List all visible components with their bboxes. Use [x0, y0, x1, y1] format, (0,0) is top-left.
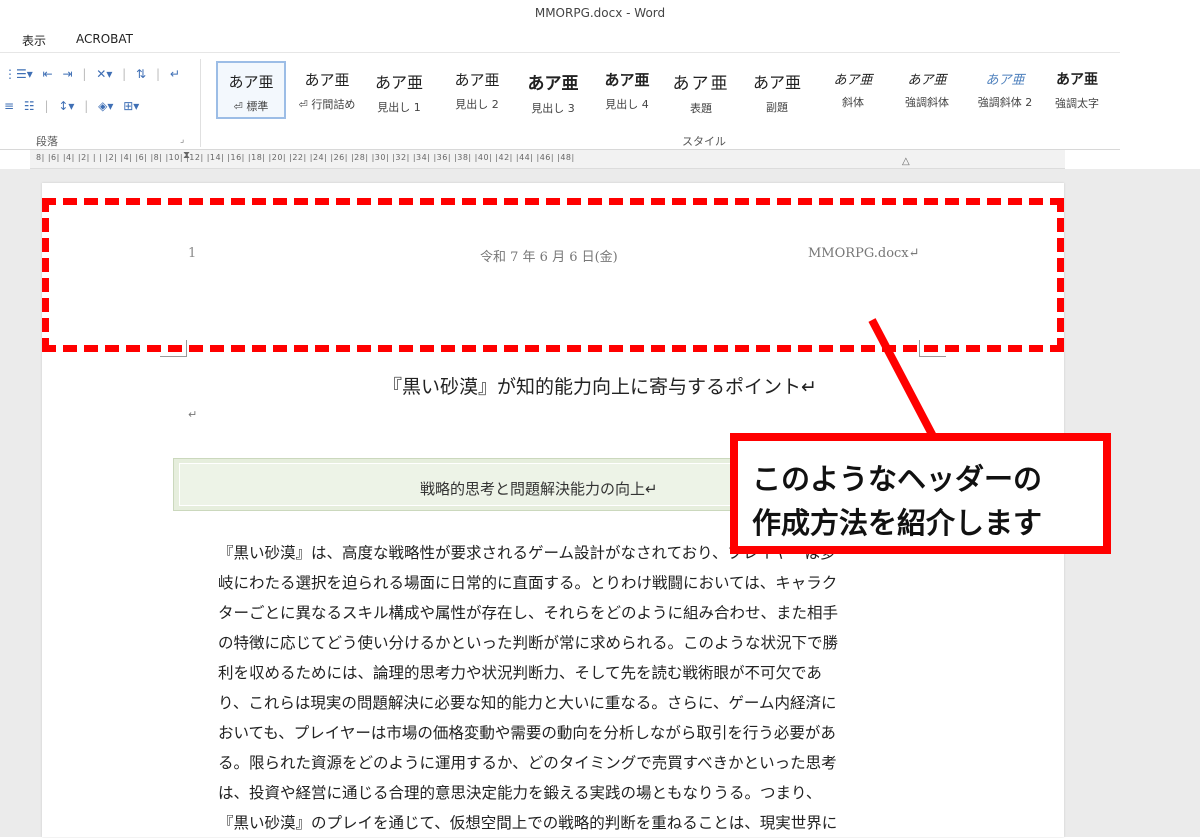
callout-pointer-line	[868, 318, 939, 442]
callout-pointer	[868, 318, 939, 442]
callout-box: このようなヘッダーの 作成方法を紹介します	[730, 433, 1111, 554]
callout-text-line-1: このようなヘッダーの	[752, 462, 1043, 496]
callout-text-line-2: 作成方法を紹介します	[752, 506, 1043, 540]
